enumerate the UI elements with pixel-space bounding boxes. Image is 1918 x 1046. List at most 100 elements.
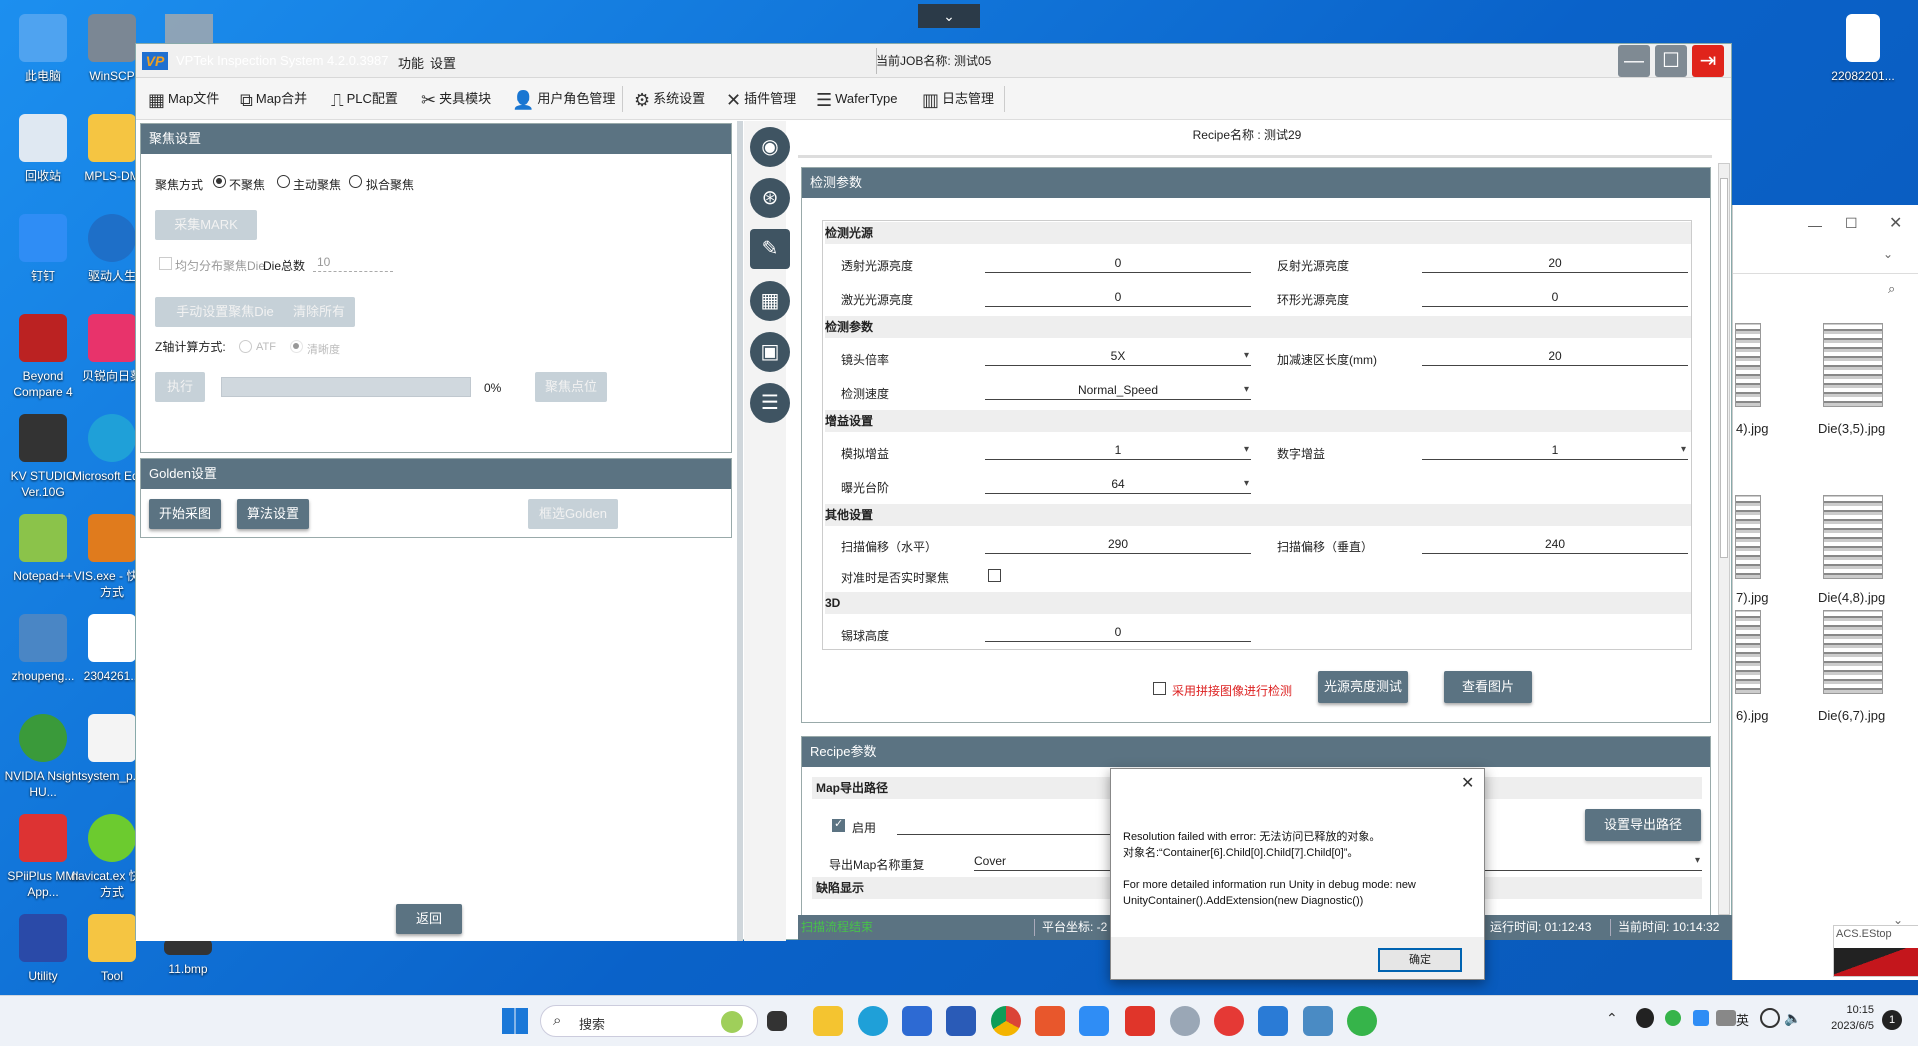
chevron-up-icon[interactable]: ⌃ <box>1606 1010 1618 1027</box>
tool-map-merge[interactable]: ⧉ Map合并 <box>240 78 307 120</box>
edge-icon[interactable] <box>858 1006 888 1036</box>
focus-mode-fit-radio[interactable] <box>349 175 362 188</box>
thumb-image[interactable] <box>1823 610 1883 694</box>
app-icon[interactable] <box>1170 1006 1200 1036</box>
back-button[interactable]: 返回 <box>396 904 462 934</box>
search-icon[interactable]: ⌕ <box>1888 281 1895 297</box>
windows-start-icon[interactable] <box>502 1008 528 1034</box>
sunlogin-icon[interactable] <box>1035 1006 1065 1036</box>
z-sharpness-radio[interactable] <box>290 340 303 353</box>
qq-icon[interactable] <box>1636 1008 1654 1028</box>
ball-height-input[interactable]: 0 <box>985 623 1251 642</box>
wechat-icon[interactable] <box>1347 1006 1377 1036</box>
desktop-icon-2208[interactable]: 22082201... <box>1818 10 1908 106</box>
tray-app-icon[interactable] <box>1716 1010 1736 1026</box>
z-atf-radio[interactable] <box>239 340 252 353</box>
notification-badge[interactable]: 1 <box>1882 1010 1902 1030</box>
chevron-down-icon[interactable]: ⌄ <box>1883 247 1893 261</box>
lens-select[interactable]: 5X <box>985 347 1251 366</box>
acs-estop-window[interactable]: ACS.EStop <box>1833 925 1918 977</box>
vertical-scrollbar[interactable] <box>1718 163 1730 915</box>
trans-light-input[interactable]: 0 <box>985 254 1251 273</box>
menu-function[interactable]: 功能 <box>398 53 424 72</box>
wafer-map-icon[interactable]: ⊛ <box>750 178 790 218</box>
map-export-enable-checkbox[interactable] <box>832 817 845 832</box>
tool-fixture[interactable]: ✂ 夹具模块 <box>421 78 491 120</box>
explorer-maximize[interactable]: ☐ <box>1845 215 1858 232</box>
maximize-button[interactable]: ☐ <box>1655 45 1687 77</box>
taskbar-search[interactable]: ⌕ 搜索 <box>540 1005 758 1037</box>
explorer-minimize[interactable]: — <box>1808 217 1822 233</box>
thumb-image[interactable] <box>1735 323 1761 407</box>
execute-button[interactable]: 执行 <box>155 372 205 402</box>
app-g-icon[interactable] <box>1214 1006 1244 1036</box>
stitch-detect-checkbox[interactable] <box>1153 682 1166 695</box>
tool-wafertype[interactable]: ☰ WaferType <box>816 78 898 120</box>
focus-mode-none-radio[interactable] <box>213 175 226 188</box>
select-golden-button[interactable]: 框选Golden <box>528 499 618 529</box>
camera-icon[interactable]: ◉ <box>750 127 790 167</box>
tool-user-roles[interactable]: 👤 用户角色管理 <box>512 78 615 120</box>
mail-icon[interactable] <box>946 1006 976 1036</box>
task-view-icon[interactable] <box>767 1011 787 1031</box>
exposure-select[interactable]: 64 <box>985 475 1251 494</box>
chrome-icon[interactable] <box>991 1006 1021 1036</box>
digital-gain-select[interactable]: 1 <box>1422 441 1688 460</box>
tool-log[interactable]: ▥ 日志管理 <box>922 78 994 120</box>
wps-icon[interactable] <box>1125 1006 1155 1036</box>
image-icon[interactable]: ▣ <box>750 332 790 372</box>
manual-focus-die-button[interactable]: 手动设置聚焦Die <box>155 297 295 327</box>
dingtalk-tray-icon[interactable] <box>1693 1010 1709 1026</box>
dingtalk-icon[interactable] <box>1079 1006 1109 1036</box>
file-explorer-icon[interactable] <box>813 1006 843 1036</box>
input-language[interactable]: 英 <box>1736 1010 1749 1029</box>
align-focus-checkbox[interactable] <box>988 569 1001 582</box>
minimize-button[interactable]: — <box>1618 45 1650 77</box>
network-app-icon[interactable] <box>1303 1006 1333 1036</box>
vscode-icon[interactable] <box>1258 1006 1288 1036</box>
close-icon[interactable]: ✕ <box>1461 773 1474 793</box>
focus-mode-active-radio[interactable] <box>277 175 290 188</box>
network-icon[interactable] <box>1760 1008 1780 1028</box>
clear-all-button[interactable]: 清除所有 <box>283 297 355 327</box>
desktop-icon-11bmp[interactable]: 11.bmp <box>145 935 231 995</box>
die-total-input[interactable]: 10 <box>313 253 393 272</box>
laser-light-input[interactable]: 0 <box>985 288 1251 307</box>
volume-icon[interactable]: 🔈 <box>1784 1010 1801 1027</box>
refl-light-input[interactable]: 20 <box>1422 254 1688 273</box>
menu-settings[interactable]: 设置 <box>430 53 456 72</box>
accel-input[interactable]: 20 <box>1422 347 1688 366</box>
checklist-icon[interactable]: ☰ <box>750 383 790 423</box>
uniform-focus-checkbox[interactable] <box>159 257 172 270</box>
splitter[interactable] <box>737 121 743 941</box>
set-export-path-button[interactable]: 设置导出路径 <box>1585 809 1701 841</box>
view-image-button[interactable]: 查看图片 <box>1444 671 1532 703</box>
ok-button[interactable]: 确定 <box>1378 948 1462 972</box>
thumb-image[interactable] <box>1823 323 1883 407</box>
thumb-image[interactable] <box>1823 495 1883 579</box>
start-capture-button[interactable]: 开始采图 <box>149 499 221 529</box>
algorithm-settings-button[interactable]: 算法设置 <box>237 499 309 529</box>
scan-h-input[interactable]: 290 <box>985 535 1251 554</box>
explorer-close[interactable]: ✕ <box>1889 213 1902 233</box>
scan-v-input[interactable]: 240 <box>1422 535 1688 554</box>
speed-select[interactable]: Normal_Speed <box>985 381 1251 400</box>
ring-light-input[interactable]: 0 <box>1422 288 1688 307</box>
focus-point-button[interactable]: 聚焦点位 <box>535 372 607 402</box>
scrollbar-thumb[interactable] <box>1720 178 1728 558</box>
desktop-thumbnail[interactable] <box>165 14 213 44</box>
exit-button[interactable]: ⇥ <box>1692 45 1724 77</box>
tool-system-settings[interactable]: ⚙ 系统设置 <box>634 78 705 120</box>
chevron-down-icon[interactable]: ⌄ <box>918 4 980 28</box>
clock[interactable]: 10:15 2023/6/5 <box>1814 1002 1874 1034</box>
tool-plugins[interactable]: ✕ 插件管理 <box>726 78 796 120</box>
grid-icon[interactable]: ▦ <box>750 281 790 321</box>
tool-map-file[interactable]: ▦ Map文件 <box>148 78 219 120</box>
collect-mark-button[interactable]: 采集MARK <box>155 210 257 240</box>
thumb-image[interactable] <box>1735 495 1761 579</box>
ruler-icon[interactable]: ✎ <box>750 229 790 269</box>
thumb-image[interactable] <box>1735 610 1761 694</box>
store-icon[interactable] <box>902 1006 932 1036</box>
tool-plc-config[interactable]: ⎍ PLC配置 <box>331 78 398 120</box>
analog-gain-select[interactable]: 1 <box>985 441 1251 460</box>
